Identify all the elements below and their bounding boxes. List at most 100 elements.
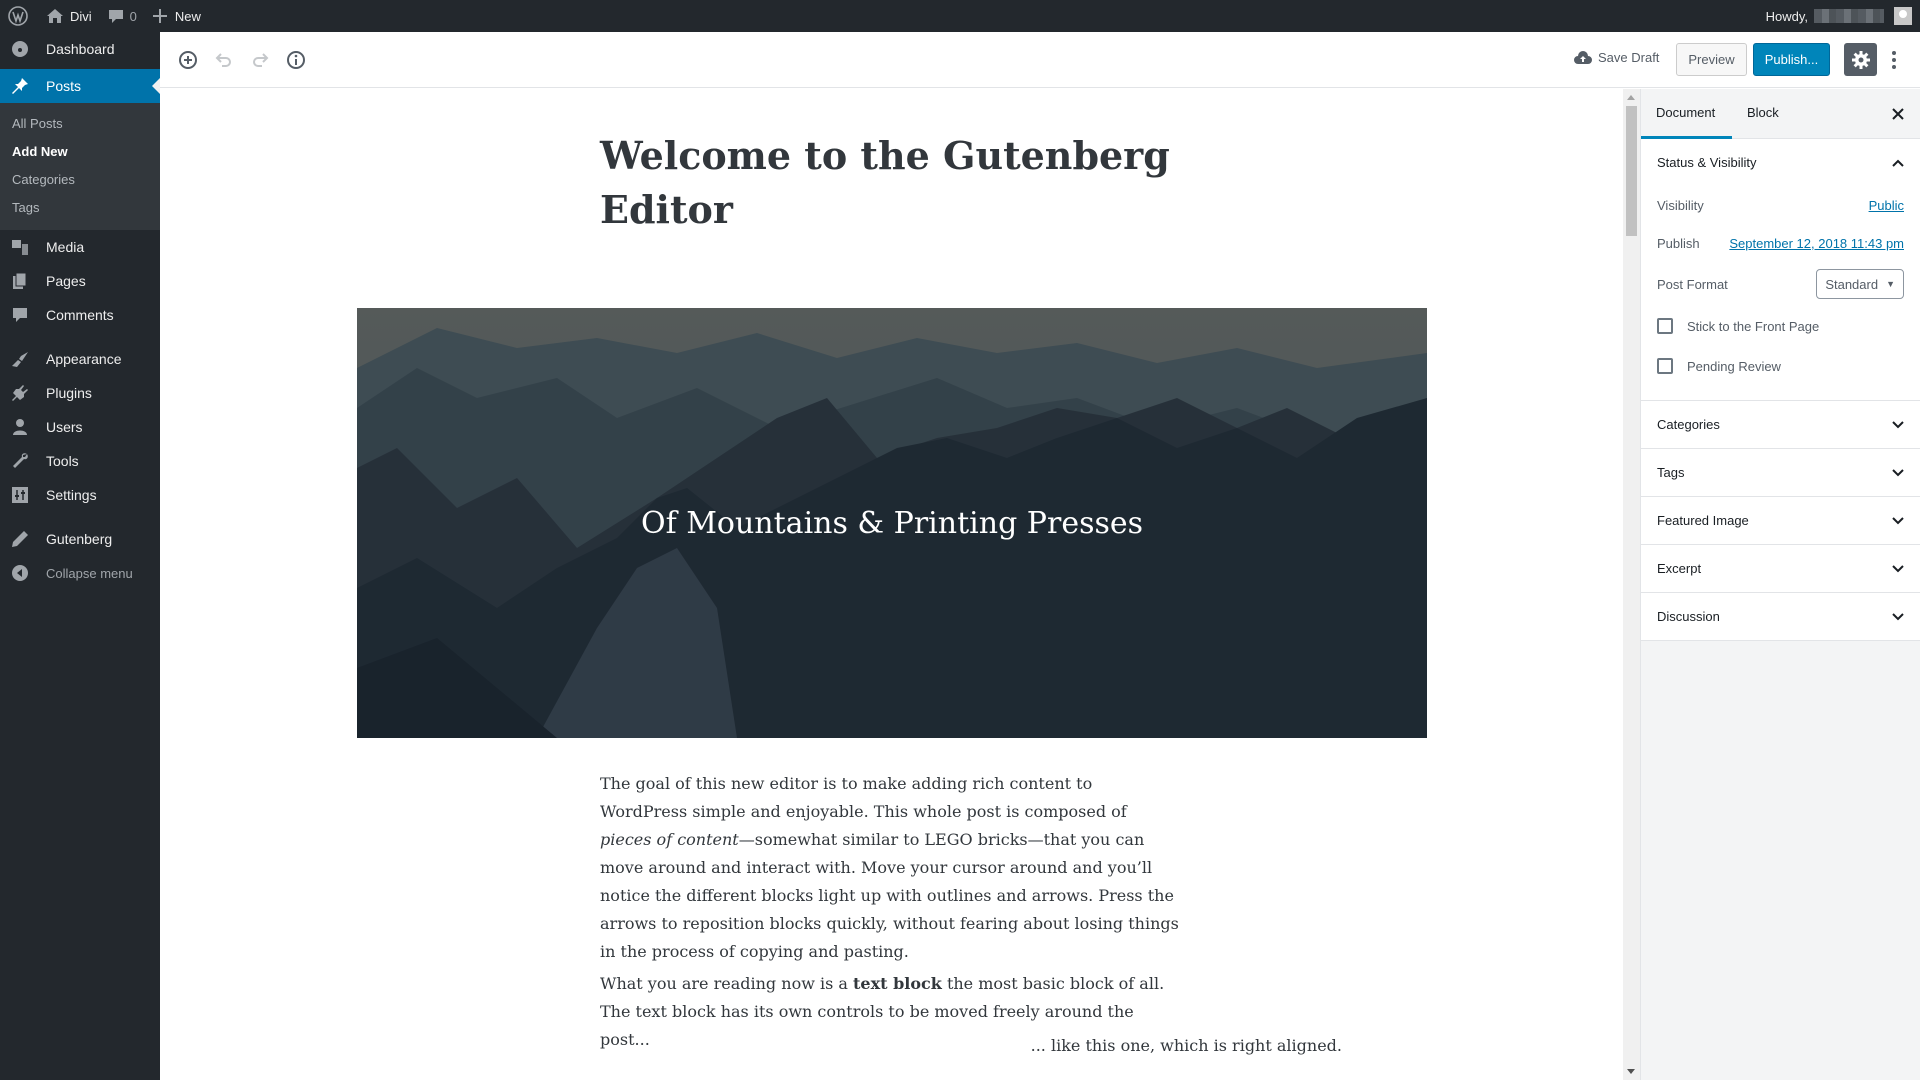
scrollbar-thumb[interactable]	[1626, 106, 1637, 236]
scroll-up-arrow-icon[interactable]	[1627, 95, 1635, 100]
discussion-panel[interactable]: Discussion	[1641, 593, 1920, 641]
undo-button[interactable]	[210, 46, 238, 74]
tab-block[interactable]: Block	[1732, 89, 1794, 139]
save-draft-button[interactable]: Save Draft	[1574, 50, 1659, 65]
paragraph-bold: text block	[853, 974, 942, 993]
submenu-all-posts[interactable]: All Posts	[0, 110, 160, 138]
comments-link[interactable]: 0	[100, 0, 145, 32]
panel-title: Discussion	[1657, 609, 1720, 624]
info-button[interactable]	[282, 46, 310, 74]
panel-toggle[interactable]: Categories	[1641, 401, 1920, 448]
collapse-menu-button[interactable]: Collapse menu	[0, 556, 160, 590]
paragraph-text: What you are reading now is a	[600, 974, 854, 993]
status-visibility-panel: Status & Visibility Visibility Public Pu…	[1641, 139, 1920, 401]
panel-title: Categories	[1657, 417, 1720, 432]
settings-toggle-button[interactable]	[1844, 43, 1877, 76]
posts-submenu: All Posts Add New Categories Tags	[0, 103, 160, 230]
wordpress-logo-button[interactable]	[0, 0, 38, 32]
sticky-checkbox-row[interactable]: Stick to the Front Page	[1657, 306, 1904, 346]
chevron-down-icon	[1892, 468, 1904, 476]
paragraph-text: The goal of this new editor is to make a…	[600, 774, 1127, 821]
menu-label: Pages	[46, 273, 86, 289]
editor-header: Save Draft Preview Publish...	[160, 32, 1920, 88]
comment-icon	[10, 305, 30, 325]
paragraph-block-right-aligned[interactable]: ... like this one, which is right aligne…	[600, 1032, 1342, 1060]
my-account[interactable]: Howdy,	[1766, 0, 1920, 32]
submenu-tags[interactable]: Tags	[0, 194, 160, 222]
panel-toggle[interactable]: Excerpt	[1641, 545, 1920, 592]
categories-panel[interactable]: Categories	[1641, 401, 1920, 449]
editor-canvas: Welcome to the Gutenberg Editor Of Mount…	[160, 89, 1623, 1080]
panel-toggle[interactable]: Status & Visibility	[1641, 139, 1920, 186]
pending-review-checkbox[interactable]	[1657, 358, 1673, 374]
site-name-link[interactable]: Divi	[38, 0, 100, 32]
panel-toggle[interactable]: Discussion	[1641, 593, 1920, 640]
plus-circle-icon	[179, 51, 197, 69]
howdy-text: Howdy,	[1765, 8, 1808, 24]
pencil-icon	[10, 529, 30, 549]
publish-button[interactable]: Publish...	[1753, 43, 1830, 76]
cover-image-block[interactable]: Of Mountains & Printing Presses	[357, 308, 1427, 738]
redo-button[interactable]	[246, 46, 274, 74]
menu-item-users[interactable]: Users	[0, 410, 160, 444]
menu-label: Media	[46, 239, 85, 255]
chevron-down-icon	[1892, 420, 1904, 428]
panel-toggle[interactable]: Tags	[1641, 449, 1920, 496]
menu-item-tools[interactable]: Tools	[0, 444, 160, 478]
submenu-add-new[interactable]: Add New	[0, 138, 160, 166]
excerpt-panel[interactable]: Excerpt	[1641, 545, 1920, 593]
more-menu-button[interactable]	[1884, 46, 1904, 74]
wrench-icon	[10, 451, 30, 471]
tab-document[interactable]: Document	[1641, 89, 1732, 139]
post-format-select[interactable]: Standard ▼	[1816, 269, 1904, 299]
menu-item-gutenberg[interactable]: Gutenberg	[0, 522, 160, 556]
undo-icon	[215, 53, 231, 67]
menu-item-media[interactable]: Media	[0, 230, 160, 264]
panel-title: Featured Image	[1657, 513, 1749, 528]
post-format-row: Post Format Standard ▼	[1657, 266, 1904, 302]
close-icon	[1892, 108, 1904, 120]
preview-button[interactable]: Preview	[1676, 43, 1747, 76]
menu-item-comments[interactable]: Comments	[0, 298, 160, 332]
settings-sidebar: Document Block Status & Visibility Visib…	[1640, 89, 1920, 1080]
panel-toggle[interactable]: Featured Image	[1641, 497, 1920, 544]
menu-item-appearance[interactable]: Appearance	[0, 342, 160, 376]
menu-item-plugins[interactable]: Plugins	[0, 376, 160, 410]
visibility-link[interactable]: Public	[1869, 198, 1904, 213]
block-editor: Save Draft Preview Publish... Welcome to…	[160, 32, 1920, 1080]
publish-date-row: Publish September 12, 2018 11:43 pm	[1657, 224, 1904, 262]
pages-icon	[10, 271, 30, 291]
panel-title: Tags	[1657, 465, 1685, 480]
brush-icon	[10, 349, 30, 369]
add-block-button[interactable]	[174, 46, 202, 74]
canvas-scrollbar[interactable]	[1623, 89, 1640, 1080]
cover-title[interactable]: Of Mountains & Printing Presses	[357, 308, 1427, 738]
chevron-down-icon	[1892, 516, 1904, 524]
close-sidebar-button[interactable]	[1888, 104, 1908, 124]
featured-image-panel[interactable]: Featured Image	[1641, 497, 1920, 545]
submenu-categories[interactable]: Categories	[0, 166, 160, 194]
menu-item-pages[interactable]: Pages	[0, 264, 160, 298]
sticky-checkbox[interactable]	[1657, 318, 1673, 334]
menu-item-posts[interactable]: Posts	[0, 69, 160, 103]
user-icon	[10, 417, 30, 437]
menu-item-settings[interactable]: Settings	[0, 478, 160, 512]
plug-icon	[10, 383, 30, 403]
publish-date-link[interactable]: September 12, 2018 11:43 pm	[1729, 236, 1904, 251]
menu-item-dashboard[interactable]: Dashboard	[0, 32, 160, 66]
scroll-down-arrow-icon[interactable]	[1627, 1069, 1635, 1074]
paragraph-block[interactable]: The goal of this new editor is to make a…	[600, 770, 1180, 966]
admin-bar: Divi 0 New Howdy,	[0, 0, 1920, 32]
post-title[interactable]: Welcome to the Gutenberg Editor	[600, 129, 1180, 237]
new-content-link[interactable]: New	[145, 0, 209, 32]
more-vertical-icon	[1892, 51, 1896, 69]
pin-icon	[10, 76, 30, 96]
visibility-row: Visibility Public	[1657, 186, 1904, 224]
info-icon	[287, 51, 305, 69]
avatar	[1894, 7, 1912, 25]
tags-panel[interactable]: Tags	[1641, 449, 1920, 497]
gear-icon	[1851, 50, 1870, 69]
admin-menu: Dashboard Posts All Posts Add New Catego…	[0, 32, 160, 1080]
chevron-down-icon	[1892, 564, 1904, 572]
pending-checkbox-row[interactable]: Pending Review	[1657, 346, 1904, 386]
